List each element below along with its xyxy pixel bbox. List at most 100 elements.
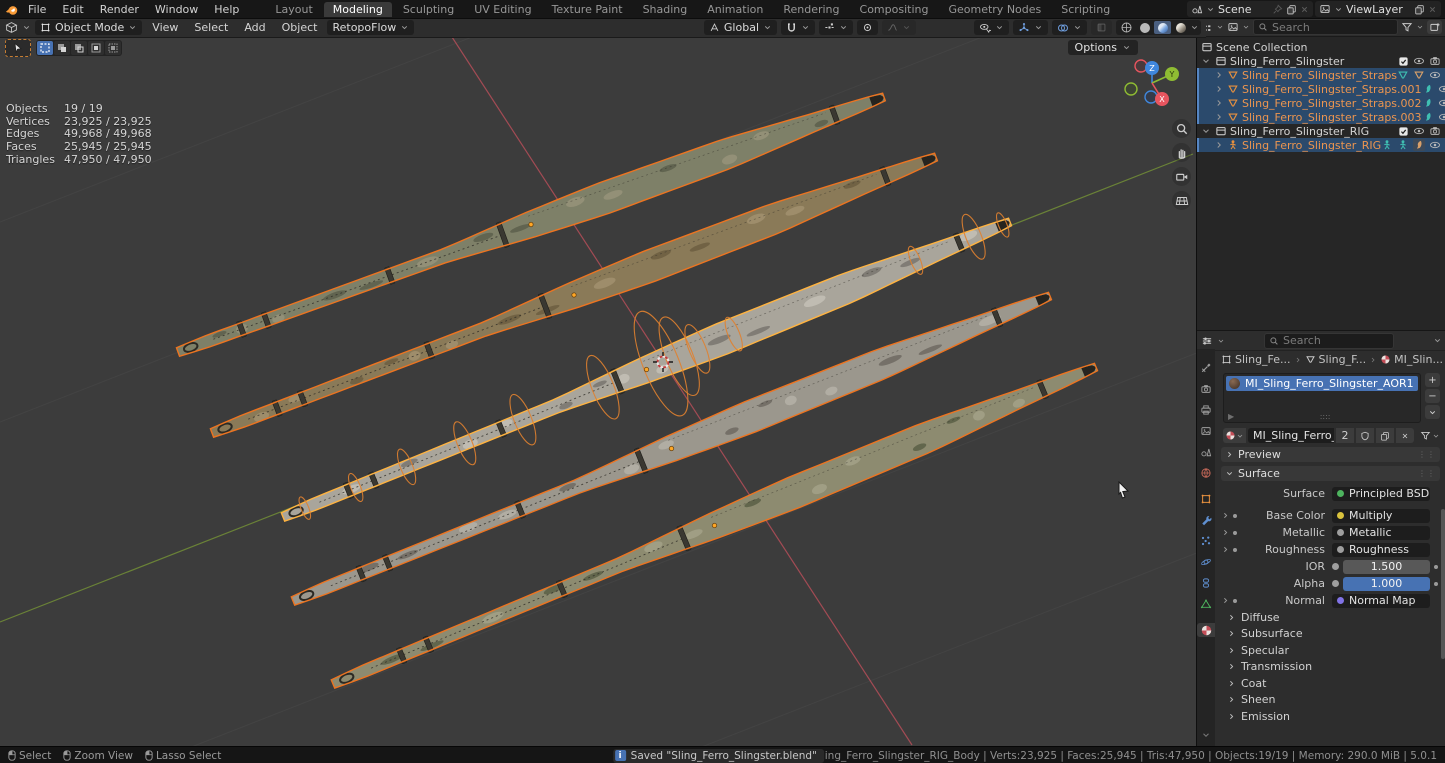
- viewport-3d[interactable]: Options Objects19 / 19 Vertices23,925 / …: [0, 37, 1196, 746]
- viewlayer-selector[interactable]: ViewLayer: [1315, 1, 1441, 17]
- panel-surface[interactable]: Surface ⋮⋮: [1221, 466, 1440, 481]
- tab-object[interactable]: [1197, 492, 1215, 506]
- scrollbar[interactable]: [1441, 509, 1445, 659]
- material-filter-button[interactable]: [1420, 430, 1440, 441]
- show-overlays-toggle[interactable]: [1052, 20, 1087, 35]
- proportional-falloff[interactable]: [882, 20, 916, 35]
- material-name-field[interactable]: MI_Sling_Ferro_Slingster_...: [1248, 428, 1334, 443]
- workspace-tab-modeling[interactable]: Modeling: [324, 2, 392, 17]
- select-mode-new-button[interactable]: [37, 41, 53, 55]
- outliner-row-straps[interactable]: Sling_Ferro_Slingster_Straps: [1197, 68, 1445, 82]
- new-scene-icon[interactable]: [1286, 4, 1297, 15]
- saved-notification[interactable]: i Saved "Sling_Ferro_Slingster.blend": [613, 749, 824, 763]
- remove-slot-button[interactable]: −: [1425, 389, 1440, 403]
- tab-tool[interactable]: [1197, 361, 1215, 375]
- workspace-tab-uv-editing[interactable]: UV Editing: [465, 2, 540, 17]
- retopoflow-menu[interactable]: RetopoFlow: [327, 20, 414, 35]
- hide-eye-icon[interactable]: [1429, 139, 1441, 151]
- select-mode-invert-button[interactable]: [88, 41, 104, 55]
- workspace-tab-geometry-nodes[interactable]: Geometry Nodes: [939, 2, 1050, 17]
- fake-user-button[interactable]: [1356, 428, 1374, 443]
- properties-editor-icon[interactable]: [1201, 335, 1213, 347]
- chevron-down-icon[interactable]: [1201, 56, 1211, 66]
- slot-specials-button[interactable]: [1425, 405, 1440, 419]
- panel-grip[interactable]: ⋮⋮: [1418, 450, 1436, 459]
- render-camera-icon[interactable]: [1429, 125, 1441, 137]
- sling-strap-object[interactable]: [327, 352, 1102, 699]
- list-resize-grip[interactable]: ::::: [1320, 412, 1331, 421]
- exclude-checkbox[interactable]: [1398, 56, 1409, 67]
- menu-add[interactable]: Add: [238, 21, 271, 34]
- shading-rendered-button[interactable]: [1172, 21, 1189, 34]
- roughness-input[interactable]: Roughness: [1332, 543, 1430, 557]
- slot-expand-arrow[interactable]: ▶: [1228, 412, 1234, 421]
- gizmo-axis-neg-y[interactable]: [1125, 83, 1137, 95]
- ior-slider[interactable]: 1.500: [1343, 560, 1430, 574]
- browse-material-button[interactable]: [1223, 428, 1246, 443]
- chevron-right-icon[interactable]: [1214, 112, 1224, 122]
- properties-search-input[interactable]: Search: [1264, 333, 1394, 349]
- render-camera-icon[interactable]: [1429, 55, 1441, 67]
- chevron-right-icon[interactable]: [1214, 140, 1224, 150]
- show-gizmos-toggle[interactable]: [1013, 20, 1048, 35]
- tab-object-data[interactable]: [1197, 597, 1215, 611]
- tab-scene[interactable]: [1197, 445, 1215, 459]
- outliner-row-collection[interactable]: Sling_Ferro_Slingster: [1197, 54, 1445, 68]
- panel-diffuse[interactable]: Diffuse: [1215, 609, 1445, 626]
- select-mode-intersect-button[interactable]: [105, 41, 121, 55]
- outliner-row-straps-002[interactable]: Sling_Ferro_Slingster_Straps.002: [1197, 96, 1445, 110]
- tab-particles[interactable]: [1197, 534, 1215, 548]
- workspace-tab-rendering[interactable]: Rendering: [774, 2, 848, 17]
- hide-eye-icon[interactable]: [1438, 111, 1445, 123]
- xray-toggle[interactable]: [1091, 20, 1112, 35]
- tab-physics[interactable]: [1197, 555, 1215, 569]
- shading-wireframe-button[interactable]: [1118, 21, 1135, 34]
- workspace-tab-sculpting[interactable]: Sculpting: [394, 2, 463, 17]
- breadcrumb-object[interactable]: Sling_Fe...: [1235, 353, 1291, 366]
- chevron-right-icon[interactable]: [1221, 528, 1230, 537]
- outliner-row-straps-001[interactable]: Sling_Ferro_Slingster_Straps.001: [1197, 82, 1445, 96]
- gizmo-axis-neg-z[interactable]: [1145, 91, 1157, 103]
- users-count-button[interactable]: 2: [1336, 428, 1354, 443]
- menu-edit[interactable]: Edit: [55, 2, 90, 17]
- panel-sheen[interactable]: Sheen: [1215, 692, 1445, 709]
- chevron-down-icon[interactable]: [1433, 336, 1442, 345]
- breadcrumb-material[interactable]: MI_Slin...: [1394, 353, 1443, 366]
- active-tool-select-box[interactable]: [5, 39, 31, 57]
- select-mode-extend-button[interactable]: [54, 41, 70, 55]
- tab-constraints[interactable]: [1197, 576, 1215, 590]
- tab-output[interactable]: [1197, 403, 1215, 417]
- new-viewlayer-icon[interactable]: [1414, 4, 1425, 15]
- filter-funnel-icon[interactable]: [1401, 21, 1413, 33]
- shading-material-button[interactable]: [1154, 21, 1171, 34]
- hide-eye-icon[interactable]: [1413, 55, 1425, 67]
- blender-logo-icon[interactable]: [4, 2, 19, 17]
- add-slot-button[interactable]: +: [1425, 373, 1440, 387]
- outliner-search-input[interactable]: Search: [1253, 19, 1398, 35]
- decorator-dot[interactable]: [1434, 582, 1438, 586]
- panel-transmission[interactable]: Transmission: [1215, 659, 1445, 676]
- proportional-editing[interactable]: [857, 20, 878, 35]
- metallic-input[interactable]: Metallic: [1332, 526, 1430, 540]
- navigation-gizmo[interactable]: Z Y X: [1122, 53, 1184, 115]
- panel-subsurface[interactable]: Subsurface: [1215, 626, 1445, 643]
- workspace-tab-compositing[interactable]: Compositing: [851, 2, 938, 17]
- tab-modifiers[interactable]: [1197, 513, 1215, 527]
- chevron-right-icon[interactable]: [1221, 545, 1230, 554]
- hide-eye-icon[interactable]: [1429, 69, 1441, 81]
- exclude-checkbox[interactable]: [1398, 126, 1409, 137]
- pan-view-button[interactable]: [1172, 143, 1191, 162]
- material-slot-selected[interactable]: MI_Sling_Ferro_Slingster_AOR1: [1226, 376, 1418, 391]
- gizmo-axis-neg-x[interactable]: [1135, 60, 1147, 72]
- menu-render[interactable]: Render: [93, 2, 146, 17]
- menu-file[interactable]: File: [21, 2, 53, 17]
- tab-world[interactable]: [1197, 466, 1215, 480]
- workspace-tab-texture-paint[interactable]: Texture Paint: [543, 2, 632, 17]
- workspace-tab-shading[interactable]: Shading: [634, 2, 697, 17]
- shading-solid-button[interactable]: [1136, 21, 1153, 34]
- chevron-right-icon[interactable]: [1214, 84, 1224, 94]
- outliner-filter-icon[interactable]: [1227, 21, 1239, 33]
- workspace-tab-animation[interactable]: Animation: [698, 2, 772, 17]
- pin-icon[interactable]: [1272, 4, 1283, 15]
- viewport-canvas[interactable]: [0, 37, 1196, 746]
